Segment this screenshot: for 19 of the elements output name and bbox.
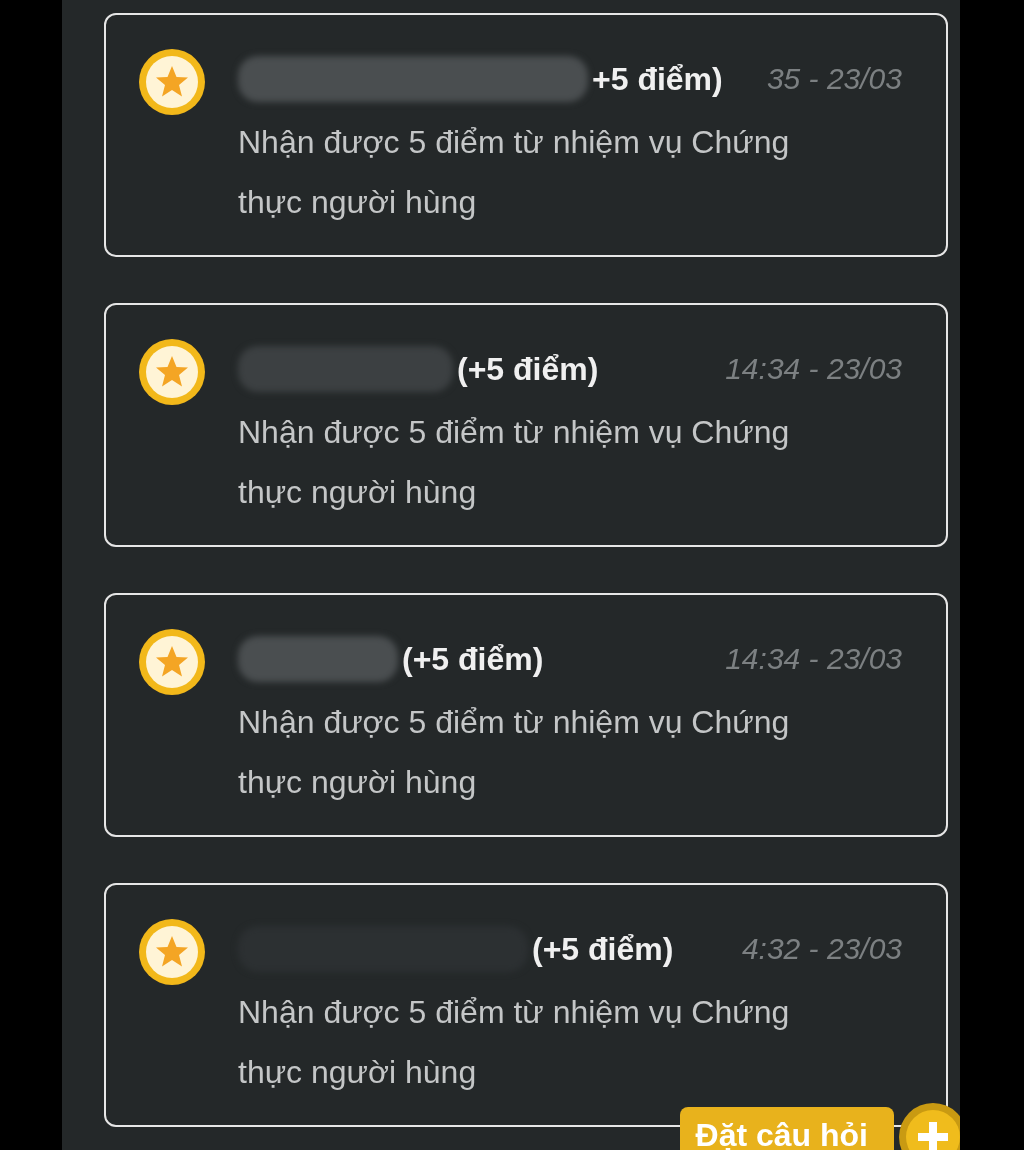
star-coin-icon [138,48,206,116]
star-coin-icon [138,338,206,406]
notification-message: Nhận được 5 điểm từ nhiệm vụ Chứng thực người hùng [238,993,791,1092]
timestamp: 14:34 - 23/03 [725,352,903,386]
notification-message: Nhận được 5 điểm từ nhiệm vụ Chứng thực người hùng [238,123,791,222]
points-title: (+5 điểm) [532,930,674,968]
star-coin-icon [138,918,206,986]
timestamp: 4:32 - 23/03 [741,932,903,966]
timestamp: 35 - 23/03 [766,62,903,96]
notification-message: Nhận được 5 điểm từ nhiệm vụ Chứng thực người hùng [238,413,791,512]
points-title: +5 điểm) [592,60,723,98]
timestamp: 14:34 - 23/03 [725,642,903,676]
notification-card[interactable]: (+5 điểm) 14:34 - 23/03 Nhận được 5 điểm từ nhiệm vụ Chứng thực người hùng [104,593,948,837]
points-title: (+5 điểm) [457,350,599,388]
notification-message: Nhận được 5 điểm từ nhiệm vụ Chứng thực người hùng [238,703,791,802]
notification-card[interactable]: +5 điểm) 35 - 23/03 Nhận được 5 điểm từ nhiệm vụ Chứng thực người hùng [104,13,948,257]
points-title: (+5 điểm) [402,640,544,678]
star-coin-icon [138,628,206,696]
notification-card[interactable]: (+5 điểm) 14:34 - 23/03 Nhận được 5 điểm từ nhiệm vụ Chứng thực người hùng [104,303,948,547]
